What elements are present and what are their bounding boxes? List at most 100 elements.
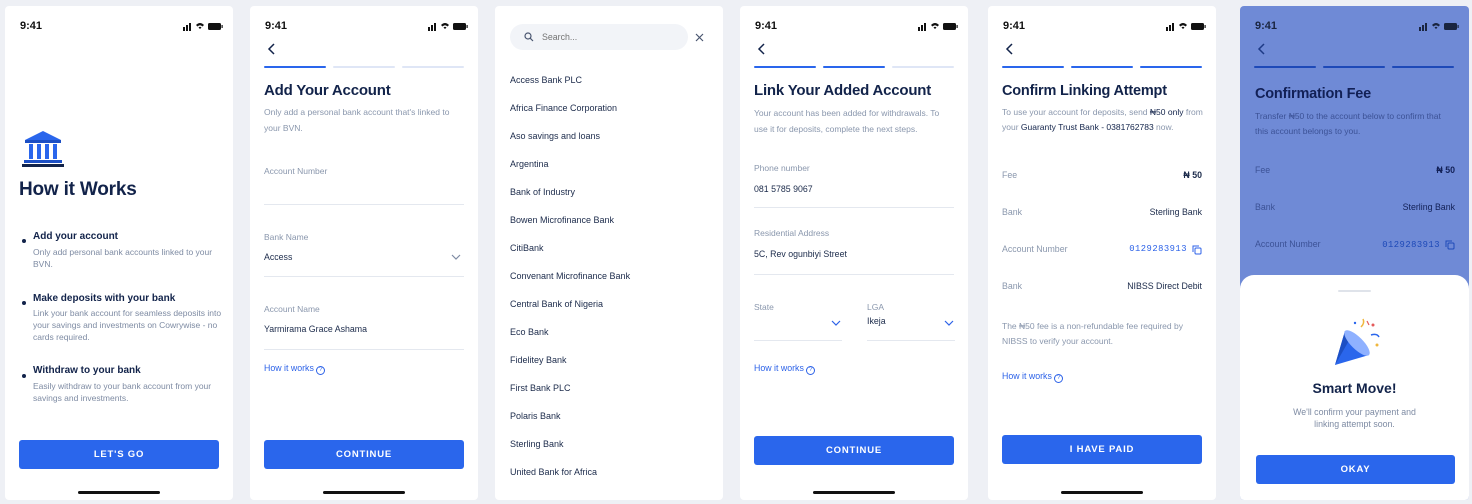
back-arrow-icon[interactable] xyxy=(265,42,279,56)
step-desc: Easily withdraw to your bank account fro… xyxy=(33,381,212,403)
home-indicator xyxy=(1061,491,1143,494)
bank-name-label: Bank Name xyxy=(264,232,309,242)
progress-step-active xyxy=(1071,66,1133,68)
search-input[interactable] xyxy=(542,29,672,45)
phone-field[interactable]: 081 5785 9067 xyxy=(754,184,813,194)
status-bar: 9:41 xyxy=(20,20,223,34)
bullet-dot xyxy=(22,374,26,378)
status-bar: 9:41 xyxy=(265,20,468,34)
step-title: Add your account xyxy=(33,231,119,242)
bank-list-item[interactable]: First Bank PLC xyxy=(510,383,571,393)
step-desc: Link your bank account for seamless depo… xyxy=(33,308,222,342)
source-bank: Guaranty Trust Bank - 0381762783 xyxy=(1020,122,1154,132)
how-it-works-link[interactable]: How it works ? xyxy=(754,363,816,375)
account-number-value: 0129283913 xyxy=(1382,240,1440,250)
bank-name-select[interactable]: Access xyxy=(264,252,292,262)
page-title: Confirmation Fee xyxy=(1255,86,1372,102)
lets-go-button[interactable]: LET'S GO xyxy=(19,440,219,469)
bank-list-item[interactable]: Bowen Microfinance Bank xyxy=(510,215,614,225)
page-subtitle: Only add a personal bank account that's … xyxy=(264,107,450,133)
signal-wifi-battery-icon xyxy=(1419,23,1459,31)
account-number-label: Account Number xyxy=(264,166,328,176)
bank-label: Bank xyxy=(1255,202,1276,212)
copy-icon[interactable] xyxy=(1192,245,1202,255)
status-bar: 9:41 xyxy=(1255,20,1459,34)
how-it-works-label: How it works xyxy=(754,363,804,373)
chevron-down-icon[interactable] xyxy=(831,319,841,327)
info-icon: ? xyxy=(1054,374,1064,383)
copy-icon[interactable] xyxy=(1445,240,1455,250)
screen-add-account: 9:41 Add Your Account Only add a persona… xyxy=(250,6,478,500)
search-icon xyxy=(524,32,534,42)
page-title: How it Works xyxy=(19,179,137,200)
close-icon[interactable] xyxy=(695,33,704,42)
state-label: State xyxy=(754,302,774,312)
progress-step xyxy=(402,66,464,68)
phone-label: Phone number xyxy=(754,163,810,173)
bank-icon xyxy=(22,131,64,167)
progress-step xyxy=(333,66,395,68)
chevron-down-icon[interactable] xyxy=(944,319,954,327)
fee-amount: ₦50 only xyxy=(1149,107,1184,117)
bank-list-item[interactable]: Sterling Bank xyxy=(510,439,564,449)
step-desc: Only add personal bank accounts linked t… xyxy=(33,247,213,269)
account-number-label: Account Number xyxy=(1255,239,1321,249)
how-it-works-link[interactable]: How it works ? xyxy=(1002,371,1064,383)
address-underline xyxy=(754,274,954,275)
step-title: Make deposits with your bank xyxy=(33,293,176,304)
account-number-field[interactable] xyxy=(264,204,464,205)
bank-list-item[interactable]: Polaris Bank xyxy=(510,411,561,421)
i-have-paid-button[interactable]: I HAVE PAID xyxy=(1002,435,1202,464)
progress-step-active xyxy=(1392,66,1454,68)
bank-list-item[interactable]: Central Bank of Nigeria xyxy=(510,299,603,309)
how-it-works-link[interactable]: How it works ? xyxy=(264,363,326,375)
page-subtitle: To use your account for deposits, send ₦… xyxy=(1002,105,1207,135)
back-arrow-icon[interactable] xyxy=(1255,42,1269,56)
continue-button[interactable]: CONTINUE xyxy=(754,436,954,465)
progress-step-active xyxy=(264,66,326,68)
state-select[interactable] xyxy=(754,340,842,341)
account-name-underline xyxy=(264,349,464,350)
bank-list-item[interactable]: Africa Finance Corporation xyxy=(510,103,617,113)
progress-step-active xyxy=(1140,66,1202,68)
account-number-label: Account Number xyxy=(1002,244,1068,254)
page-subtitle: Your account has been added for withdraw… xyxy=(754,108,940,134)
how-it-works-label: How it works xyxy=(1002,371,1052,381)
chevron-down-icon[interactable] xyxy=(451,253,461,261)
signal-wifi-battery-icon xyxy=(1166,23,1206,31)
bank-list-item[interactable]: Aso savings and loans xyxy=(510,131,600,141)
back-arrow-icon[interactable] xyxy=(755,42,769,56)
step-title: Withdraw to your bank xyxy=(33,365,141,376)
fee-value: ₦ 50 xyxy=(1183,170,1202,180)
bank-list-item[interactable]: Eco Bank xyxy=(510,327,549,337)
screen-bank-search: Access Bank PLC Africa Finance Corporati… xyxy=(495,6,723,500)
info-icon: ? xyxy=(806,366,816,375)
lga-underline xyxy=(867,340,955,341)
screen-confirm-linking: 9:41 Confirm Linking Attempt To use your… xyxy=(988,6,1216,500)
continue-button[interactable]: CONTINUE xyxy=(264,440,464,469)
screen-how-it-works: 9:41 How it Works Add your account Only … xyxy=(5,6,233,500)
lga-select[interactable]: Ikeja xyxy=(867,316,886,326)
home-indicator xyxy=(323,491,405,494)
bank-list-item[interactable]: CitiBank xyxy=(510,243,544,253)
bottom-sheet: Smart Move! We'll confirm your payment a… xyxy=(1240,275,1469,500)
address-field[interactable]: 5C, Rev ogunbiyi Street xyxy=(754,249,847,259)
party-popper-icon xyxy=(1335,318,1380,365)
progress-step-active xyxy=(1323,66,1385,68)
signal-wifi-battery-icon xyxy=(428,23,468,31)
status-bar: 9:41 xyxy=(1003,20,1206,34)
bank-list-item[interactable]: Convenant Microfinance Bank xyxy=(510,271,630,281)
bank-list-item[interactable]: United Bank for Africa xyxy=(510,467,597,477)
address-label: Residential Address xyxy=(754,228,830,238)
bank-list-item[interactable]: Argentina xyxy=(510,159,549,169)
bank-list-item[interactable]: Fidelitey Bank xyxy=(510,355,567,365)
search-bar[interactable] xyxy=(510,24,688,50)
bank-list-item[interactable]: Access Bank PLC xyxy=(510,75,582,85)
status-time: 9:41 xyxy=(755,20,778,32)
okay-button[interactable]: OKAY xyxy=(1256,455,1455,484)
sheet-handle[interactable] xyxy=(1338,290,1371,292)
back-arrow-icon[interactable] xyxy=(1003,42,1017,56)
subtitle-text: To use your account for deposits, send xyxy=(1002,107,1150,117)
status-time: 9:41 xyxy=(20,20,43,32)
bank-list-item[interactable]: Bank of Industry xyxy=(510,187,575,197)
